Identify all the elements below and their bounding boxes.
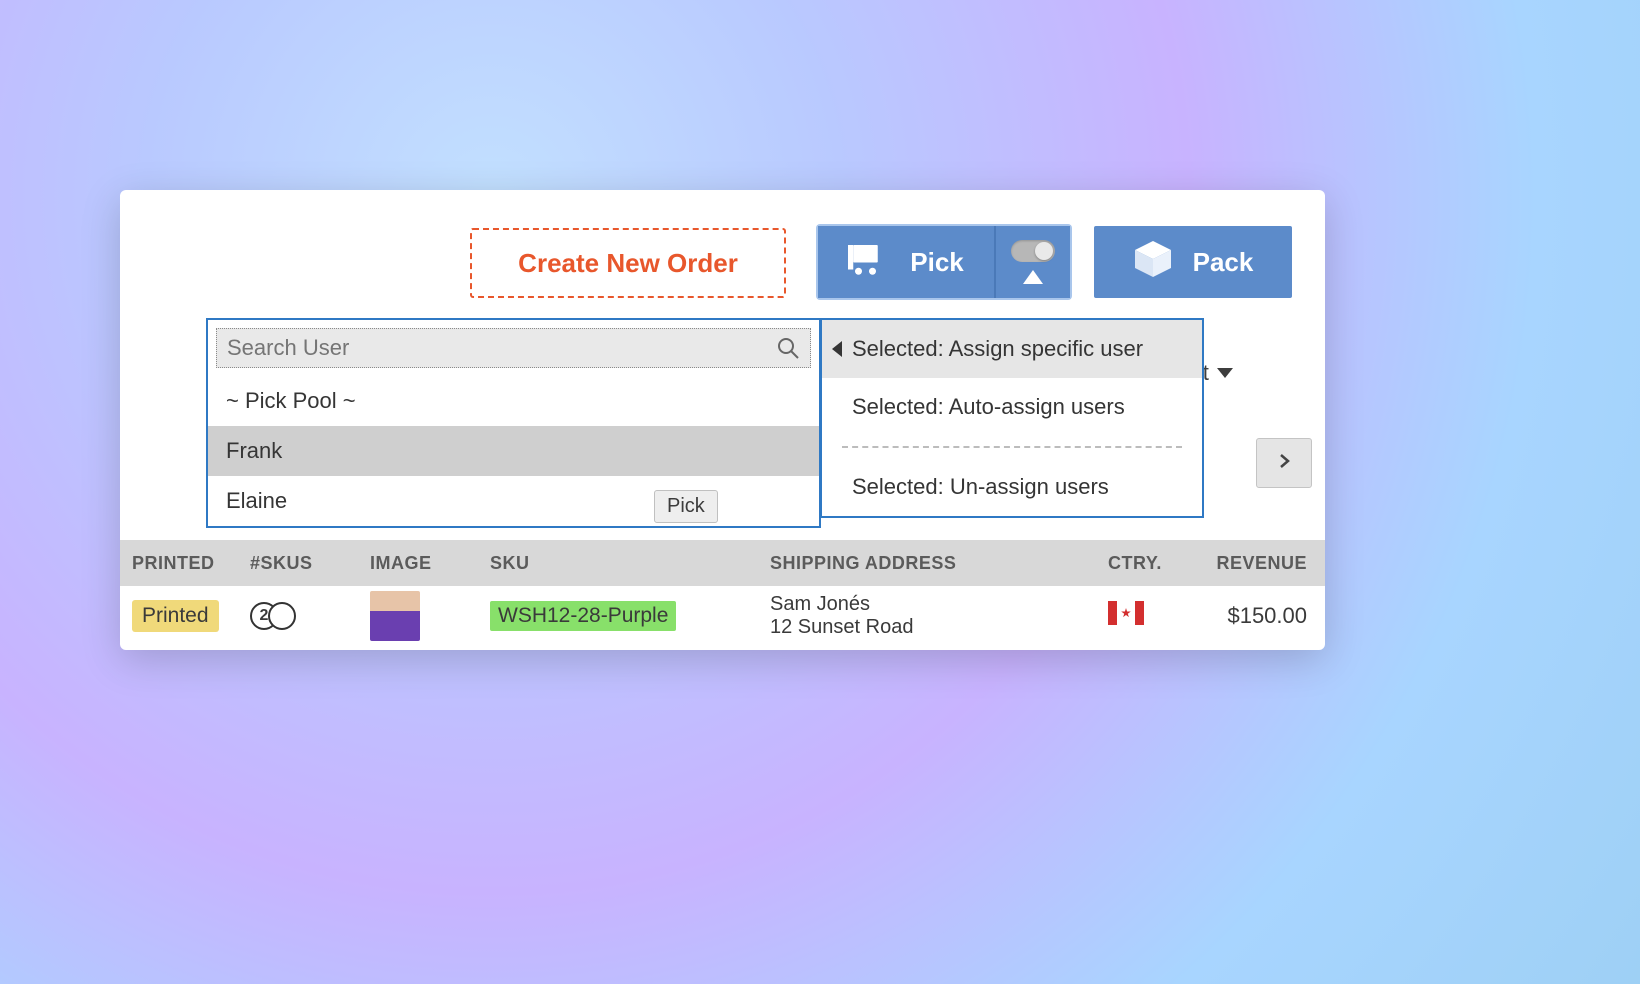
caret-up-icon [1023, 270, 1043, 284]
user-option-frank[interactable]: Frank [208, 426, 819, 476]
th-skus[interactable]: #SKUS [238, 553, 358, 574]
orders-panel: Create New Order Pick Pack xport [120, 190, 1325, 650]
assign-specific-user-option[interactable]: Selected: Assign specific user [822, 320, 1202, 378]
user-option-pick-pool[interactable]: ~ Pick Pool ~ [208, 376, 819, 426]
product-image-cell [358, 591, 478, 641]
th-country[interactable]: CTRY. [1096, 553, 1188, 574]
create-new-order-button[interactable]: Create New Order [470, 228, 786, 298]
pack-button-label: Pack [1193, 247, 1254, 278]
table-row[interactable]: Printed 2 WSH12-28-Purple Sam Jonés 12 S… [120, 586, 1325, 646]
pick-tooltip: Pick [654, 490, 718, 523]
th-image[interactable]: IMAGE [358, 553, 478, 574]
box-icon [1133, 239, 1173, 286]
th-printed[interactable]: PRINTED [120, 553, 238, 574]
search-wrap [208, 320, 819, 376]
flag-canada-icon [1108, 601, 1144, 625]
printed-badge: Printed [132, 600, 219, 632]
th-revenue[interactable]: REVENUE [1188, 553, 1325, 574]
printed-cell: Printed [120, 600, 238, 632]
search-icon [776, 336, 800, 360]
pick-button-group: Pick [818, 226, 1070, 298]
assign-menu-separator [842, 446, 1182, 448]
assign-unassign-option[interactable]: Selected: Un-assign users [822, 458, 1202, 516]
shipping-address-cell: Sam Jonés 12 Sunset Road [758, 593, 1096, 639]
revenue-cell: $150.00 [1188, 603, 1325, 629]
assign-auto-assign-option[interactable]: Selected: Auto-assign users [822, 378, 1202, 436]
user-search-popup: ~ Pick Pool ~ Frank Elaine Pick [206, 318, 821, 528]
sku-badge: WSH12-28-Purple [490, 601, 676, 631]
search-field [216, 328, 811, 368]
sku-cell: WSH12-28-Purple [478, 601, 758, 631]
sku-count-badge: 2 [250, 602, 296, 630]
pick-split-button[interactable] [996, 226, 1070, 298]
th-shipping[interactable]: SHIPPING ADDRESS [758, 553, 1096, 574]
search-user-input[interactable] [227, 335, 768, 361]
toolbar: Create New Order Pick Pack [120, 190, 1325, 328]
sku-count-cell: 2 [238, 602, 358, 630]
pick-toggle[interactable] [1011, 240, 1055, 262]
chevron-right-icon [1276, 453, 1292, 474]
assign-menu: Selected: Assign specific user Selected:… [820, 318, 1204, 518]
cart-icon [848, 241, 890, 284]
ship-name: Sam Jonés [770, 593, 1084, 616]
product-thumbnail [370, 591, 420, 641]
pick-button[interactable]: Pick [818, 226, 996, 298]
pack-button[interactable]: Pack [1094, 226, 1292, 298]
country-cell [1096, 601, 1188, 631]
ship-line2: 12 Sunset Road [770, 616, 1084, 639]
orders-table-header: PRINTED #SKUS IMAGE SKU SHIPPING ADDRESS… [120, 540, 1325, 586]
user-option-elaine[interactable]: Elaine [208, 476, 819, 526]
pick-button-label: Pick [910, 247, 964, 278]
th-sku[interactable]: SKU [478, 553, 758, 574]
next-page-button[interactable] [1256, 438, 1312, 488]
caret-down-icon [1217, 368, 1233, 378]
sku-count-stack-icon [268, 602, 296, 630]
